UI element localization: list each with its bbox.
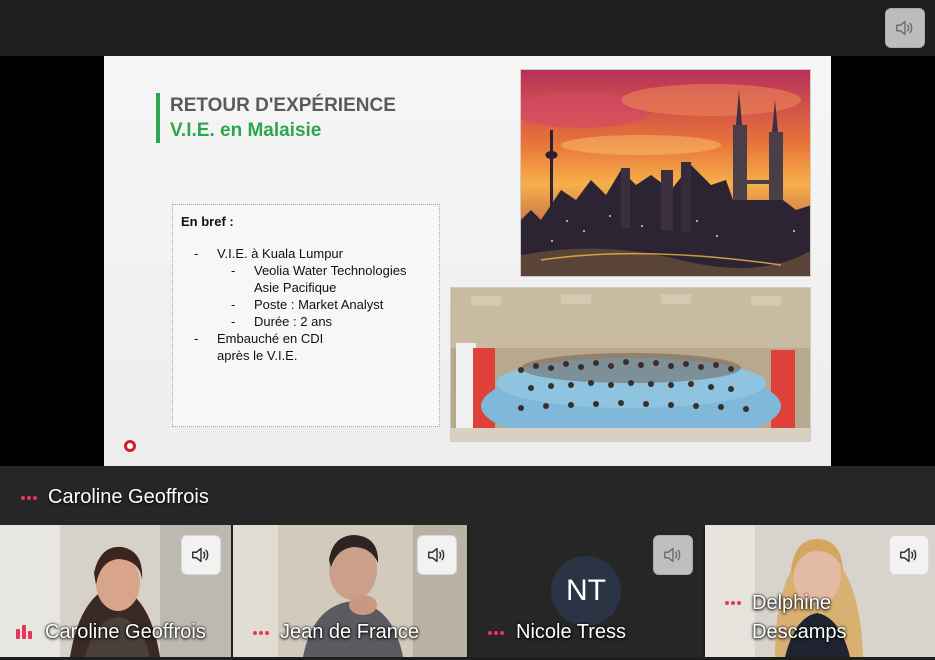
summary-heading: En bref : [181, 214, 234, 229]
slide-title: RETOUR D'EXPÉRIENCE [170, 95, 396, 116]
participant-name: Caroline Geoffrois [45, 621, 206, 643]
tile-speaker-button[interactable] [417, 535, 457, 575]
team-group-photo [450, 287, 811, 442]
bullet-item: Asie Pacifique [254, 280, 337, 295]
slide-subtitle: V.I.E. en Malaisie [170, 120, 322, 141]
more-dots-icon[interactable] [488, 631, 504, 635]
mic-activity-icon [16, 625, 32, 639]
bullet-item: Embauché en CDI [217, 331, 324, 346]
tile-speaker-button[interactable] [181, 535, 221, 575]
participant-name-line1: Delphine [752, 592, 831, 614]
bullet-item: Veolia Water Technologies [254, 263, 407, 278]
bullet-dash: - [194, 246, 199, 261]
participant-tile[interactable]: Jean de France [233, 525, 467, 657]
more-dots-icon[interactable] [725, 601, 741, 605]
bullet-item: V.I.E. à Kuala Lumpur [217, 246, 343, 261]
summary-box: En bref : - V.I.E. à Kuala Lumpur - Veol… [172, 204, 440, 427]
company-logo-icon [124, 440, 136, 452]
presentation-slide: RETOUR D'EXPÉRIENCE V.I.E. en Malaisie E… [104, 56, 831, 466]
tile-speaker-button[interactable] [889, 535, 929, 575]
screen-share-stage: RETOUR D'EXPÉRIENCE V.I.E. en Malaisie E… [0, 56, 935, 466]
skyline-image [521, 70, 810, 276]
active-speaker-bar: Caroline Geoffrois [0, 466, 935, 525]
bullet-dash: - [231, 263, 236, 278]
participant-tile[interactable]: Delphine Descamps [705, 525, 935, 657]
speaker-icon [428, 547, 445, 563]
speaker-icon [896, 20, 913, 36]
team-image [451, 288, 810, 441]
stage-speaker-button[interactable] [885, 8, 925, 48]
more-dots-icon[interactable] [21, 496, 37, 500]
participant-tile[interactable]: NT Nicole Tress [469, 525, 703, 657]
bullet-item: Poste : Market Analyst [254, 297, 384, 312]
participant-strip: Caroline Geoffrois Jean de France NT Nic… [0, 525, 935, 660]
city-skyline-photo [520, 69, 811, 277]
participant-tile[interactable]: Caroline Geoffrois [0, 525, 231, 657]
bullet-item: après le V.I.E. [217, 348, 298, 363]
active-speaker-name: Caroline Geoffrois [48, 486, 209, 508]
speaker-icon [900, 547, 917, 563]
speaker-icon [664, 547, 681, 563]
bullet-item: Durée : 2 ans [254, 314, 333, 329]
more-dots-icon[interactable] [253, 631, 269, 635]
participant-name: Jean de France [280, 621, 419, 643]
top-bar [0, 0, 935, 56]
bullet-dash: - [231, 297, 236, 312]
avatar: NT [551, 556, 621, 626]
title-accent-bar [156, 93, 160, 143]
tile-speaker-button[interactable] [653, 535, 693, 575]
speaker-icon [192, 547, 209, 563]
participant-name: Nicole Tress [516, 621, 627, 643]
bullet-dash: - [194, 331, 199, 346]
bullet-dash: - [231, 314, 236, 329]
participant-name-line2: Descamps [752, 621, 847, 643]
